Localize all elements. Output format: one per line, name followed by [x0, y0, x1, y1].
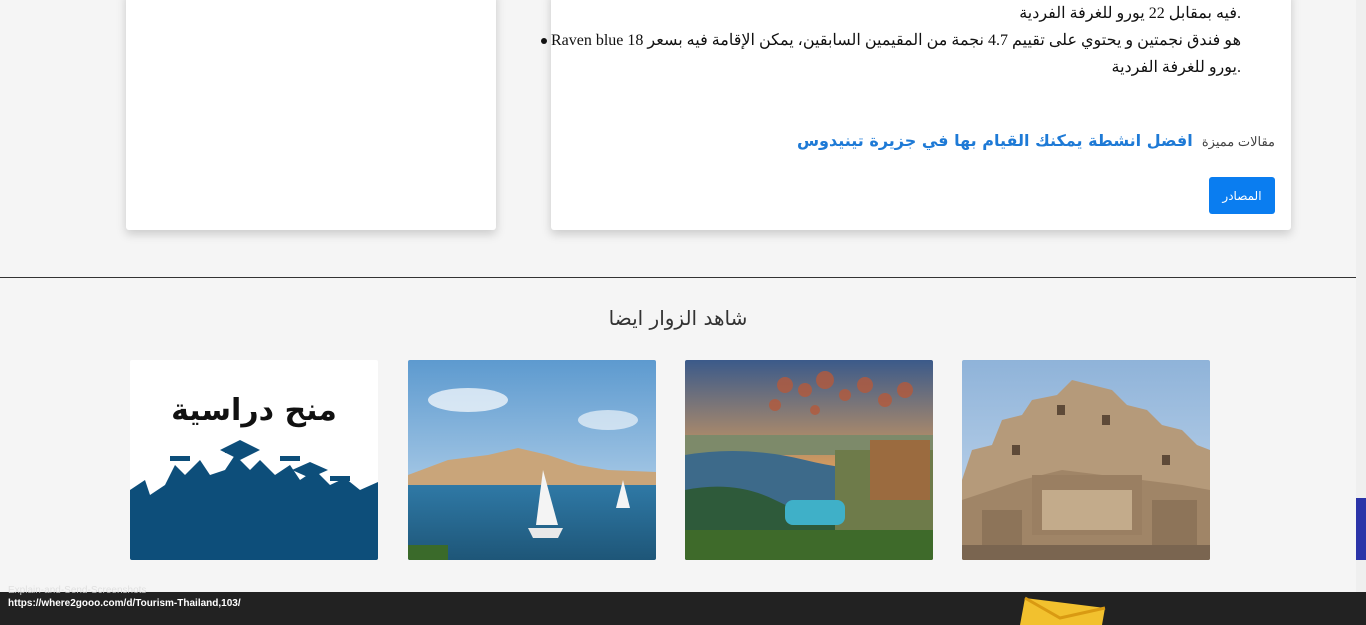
- article-line: .يورو للغرفة الفردية: [1111, 59, 1241, 76]
- related-item-aswan[interactable]: [685, 360, 933, 560]
- article-body: .فيه بمقابل 22 يورو للغرفة الفردية هو فن…: [541, 0, 1241, 81]
- nile-felucca-image: [408, 360, 656, 560]
- bullet-line-text: هو فندق نجمتين و يحتوي على تقييم 4.7 نجم…: [550, 32, 1241, 49]
- article-bullet-line: هو فندق نجمتين و يحتوي على تقييم 4.7 نجم…: [541, 27, 1241, 54]
- sidebar-card: [126, 0, 496, 230]
- article-card: .فيه بمقابل 22 يورو للغرفة الفردية هو فن…: [541, 0, 1291, 230]
- page: .فيه بمقابل 22 يورو للغرفة الفردية هو فن…: [0, 0, 1366, 625]
- tooltip-line-1: Explain-and-Send-Screenshots: [8, 585, 147, 596]
- section-divider: [0, 277, 1356, 278]
- related-item-scholarships[interactable]: منح دراسية: [130, 360, 378, 560]
- bullet-icon: [541, 38, 547, 44]
- tooltip-url: https://where2gooo.com/d/Tourism-Thailan…: [8, 598, 241, 609]
- article-line: .فيه بمقابل 22 يورو للغرفة الفردية: [1019, 5, 1241, 22]
- featured-article-link[interactable]: افضل انشطة يمكنك القيام بها في جزيرة تين…: [797, 131, 1193, 150]
- related-section-title: شاهد الزوار ايضا: [608, 306, 748, 330]
- featured-articles: مقالات مميزة افضل انشطة يمكنك القيام بها…: [797, 131, 1275, 150]
- featured-label: مقالات مميزة: [1201, 134, 1275, 149]
- scrollbar-thumb[interactable]: [1356, 498, 1366, 560]
- sources-button[interactable]: المصادر: [1209, 177, 1275, 214]
- related-item-siwa[interactable]: [962, 360, 1210, 560]
- scholarships-graphic-image: منح دراسية: [130, 360, 378, 560]
- aswan-nile-aerial-image: [685, 360, 933, 560]
- envelope-icon[interactable]: [1010, 596, 1110, 625]
- scholarships-overlay-text: منح دراسية: [171, 393, 337, 428]
- status-link-tooltip: Explain-and-Send-Screenshots https://whe…: [8, 584, 241, 610]
- siwa-fortress-image: [962, 360, 1210, 560]
- related-item-felucca[interactable]: [408, 360, 656, 560]
